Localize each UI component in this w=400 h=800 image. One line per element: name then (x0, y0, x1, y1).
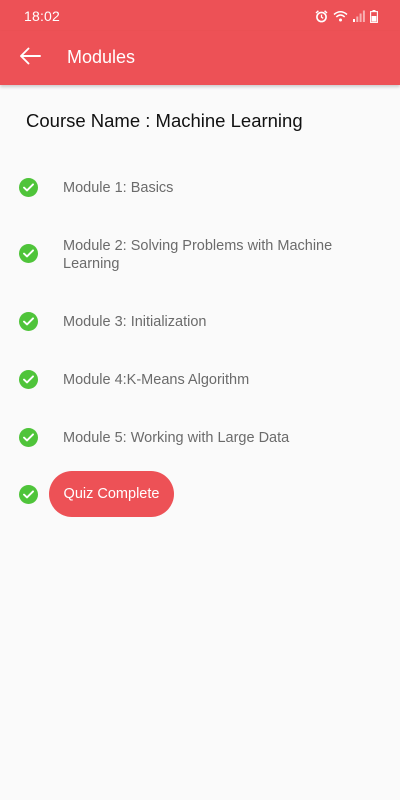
check-circle-icon (19, 244, 38, 263)
check-circle-icon (19, 312, 38, 331)
status-bar: 18:02 (0, 0, 400, 31)
check-circle-icon (19, 178, 38, 197)
course-name: Course Name : Machine Learning (26, 110, 303, 131)
back-button[interactable] (12, 41, 48, 75)
module-item-3[interactable]: Module 3: Initialization (0, 311, 400, 333)
module-label: Module 5: Working with Large Data (63, 430, 290, 446)
quiz-complete-button[interactable]: Quiz Complete (49, 471, 174, 517)
check-circle-icon (19, 428, 38, 447)
check-circle-icon (19, 485, 38, 504)
module-item-2[interactable]: Module 2: Solving Problems with Machine … (0, 236, 400, 276)
module-label: Module 2: Solving Problems with Machine … (63, 238, 333, 272)
signal-icon (353, 10, 365, 22)
alarm-icon (315, 9, 328, 23)
wifi-icon (333, 10, 348, 22)
status-icons (315, 8, 378, 24)
quiz-row: Quiz Complete (0, 471, 400, 517)
module-item-4[interactable]: Module 4:K-Means Algorithm (0, 369, 400, 391)
arrow-left-icon (19, 47, 41, 70)
check-circle-icon (19, 370, 38, 389)
module-item-1[interactable]: Module 1: Basics (0, 177, 400, 199)
module-label: Module 3: Initialization (63, 314, 207, 330)
battery-icon (370, 9, 378, 23)
module-label: Module 4:K-Means Algorithm (63, 372, 250, 388)
module-label: Module 1: Basics (63, 180, 174, 196)
module-item-5[interactable]: Module 5: Working with Large Data (0, 427, 400, 449)
app-bar: Modules (0, 31, 400, 85)
page-title: Modules (67, 47, 136, 67)
status-time: 18:02 (24, 8, 61, 24)
